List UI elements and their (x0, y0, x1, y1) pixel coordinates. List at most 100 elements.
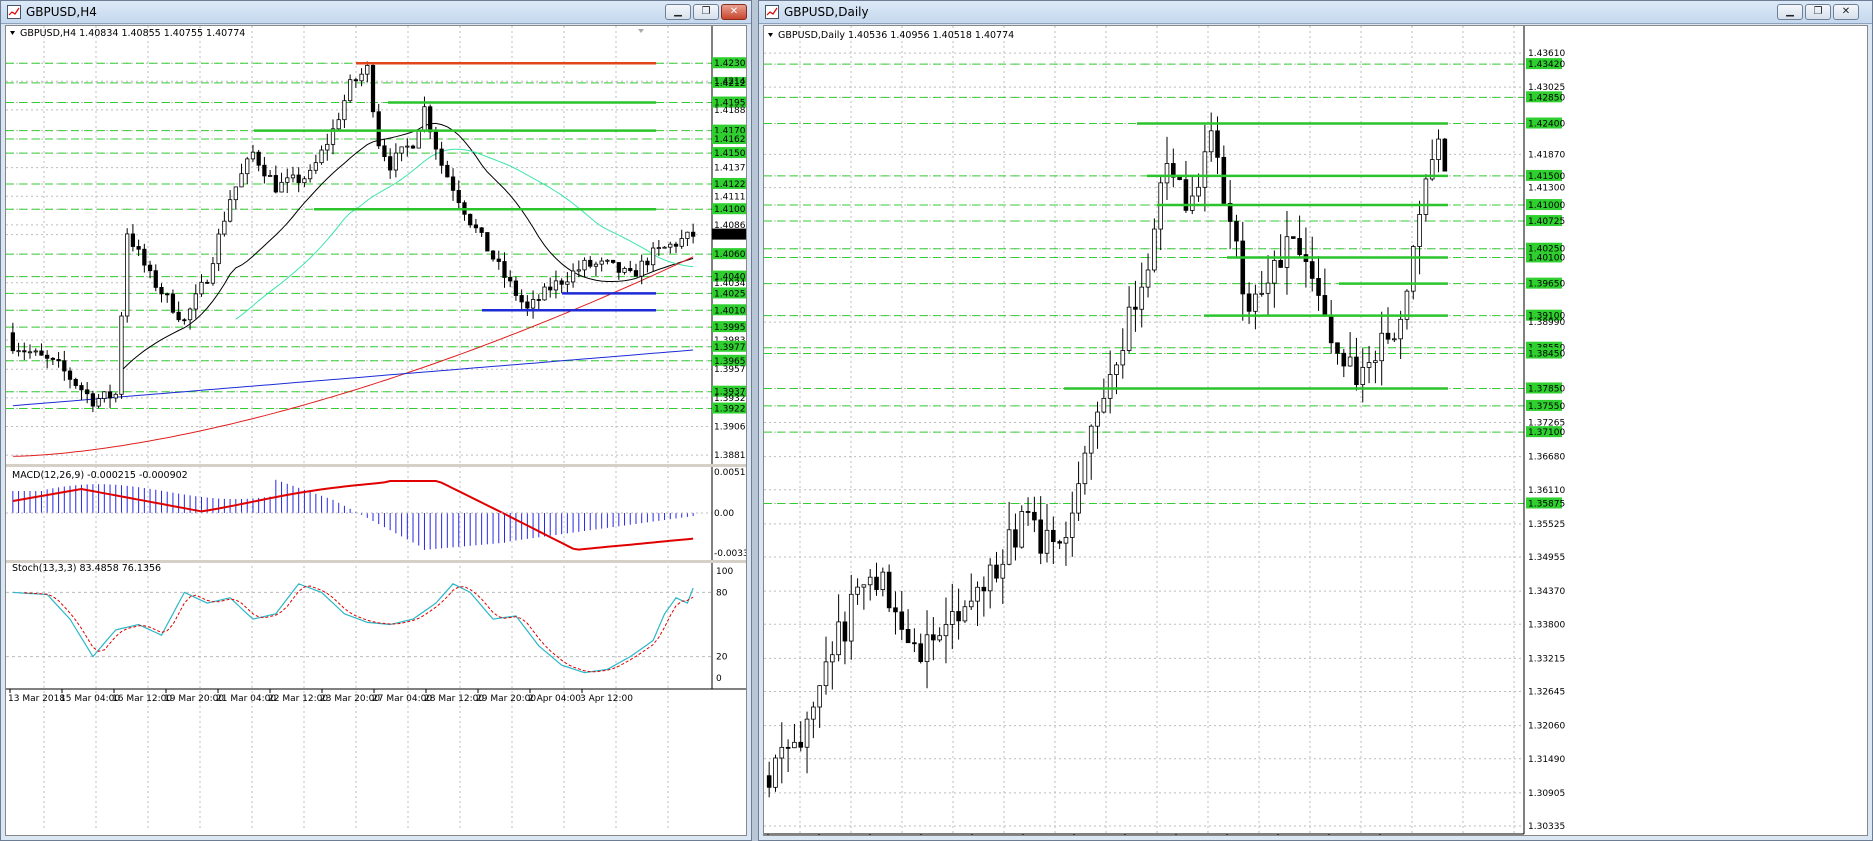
daily-candle (1423, 178, 1429, 215)
h4-candle (302, 178, 307, 184)
daily-price-scale: 1.436101.434201.430251.428501.424001.418… (1526, 49, 1565, 832)
h4-time-scale: 13 Mar 201815 Mar 04:0016 Mar 12:0019 Ma… (8, 689, 633, 704)
daily-candle (1120, 350, 1126, 366)
h4-candle (113, 393, 118, 399)
h4-candle (365, 64, 370, 75)
h4-frames (6, 26, 747, 690)
minimize-button[interactable]: ▁ (665, 4, 691, 20)
h4-candle (610, 259, 616, 263)
panel-separator[interactable] (6, 464, 747, 467)
h4-chart-area[interactable]: 1.42300 1.42125 1.42140 1.41950 1.41885 1.417… (5, 25, 747, 836)
daily-candle (975, 586, 980, 602)
restore-button[interactable]: ❐ (1805, 4, 1831, 20)
price-level-label: 1.37550 (1528, 402, 1565, 412)
daily-candle (1234, 221, 1239, 242)
collapse-arrow-icon[interactable] (10, 31, 15, 35)
h4-candle (222, 220, 227, 235)
h4-candle (45, 354, 50, 359)
daily-candle (1335, 342, 1340, 354)
h4-candle (119, 315, 124, 395)
daily-candle (1290, 236, 1296, 239)
h4-candle (27, 351, 33, 354)
chart-window-icon (765, 5, 779, 19)
collapse-arrow-icon[interactable] (768, 33, 773, 37)
h4-candle (16, 350, 21, 353)
h4-candle (633, 270, 639, 277)
h4-candle (290, 174, 296, 179)
h4-candle (56, 359, 61, 362)
h4-candle (267, 175, 273, 177)
daily-chart-window[interactable]: GBPUSD,Daily ▁ ❐ ✕ 1.43610 1.43420 1.43025… (758, 0, 1873, 841)
h4-candle (513, 280, 519, 296)
stoch-scale-label: 0 (716, 674, 722, 684)
h4-candle (85, 389, 90, 395)
h4-candle (691, 231, 696, 237)
price-tick-label: 1.34370 (1528, 587, 1565, 597)
price-tick-label: 1.43610 (1528, 49, 1565, 59)
daily-chart-canvas[interactable]: 1.436101.434201.430251.428501.424001.418… (764, 26, 1868, 836)
daily-horizontal-levels[interactable] (1064, 122, 1448, 390)
daily-candle (1392, 338, 1397, 341)
h4-candle (227, 199, 233, 222)
daily-candle (1069, 512, 1075, 538)
h4-candle (136, 246, 141, 250)
h4-candle (102, 391, 107, 399)
h4-candle (250, 151, 256, 160)
h4-candle (205, 281, 210, 284)
h4-candle (216, 233, 221, 265)
daily-candle (867, 576, 873, 586)
price-tick-label: 1.41870 (1528, 150, 1565, 160)
h4-candle (376, 111, 381, 147)
h4-candle (542, 286, 547, 301)
price-level-label: 1.41000 (1528, 201, 1565, 211)
h4-title-bar[interactable]: GBPUSD,H4 ▁ ❐ ✕ (1, 1, 751, 24)
price-level-label: 1.42850 (1528, 93, 1565, 103)
h4-candle (490, 250, 496, 260)
price-tick-label: 1.36680 (1528, 453, 1565, 463)
minimize-button[interactable]: ▁ (1777, 4, 1803, 20)
h4-candle (508, 277, 513, 282)
h4-chart-window[interactable]: GBPUSD,H4 ▁ ❐ ✕ 1.42300 1.42125 1.42140 1.4… (0, 0, 752, 841)
chart-window-icon (7, 5, 21, 19)
daily-candle (1076, 483, 1081, 514)
daily-candle (1347, 356, 1353, 367)
daily-candle (1082, 452, 1088, 485)
h4-candle (605, 259, 610, 262)
price-tick-label: 1.41370 (714, 164, 747, 174)
daily-candle (874, 576, 879, 590)
daily-candle (1284, 236, 1290, 268)
h4-candle (468, 213, 473, 226)
daily-candle (1044, 529, 1050, 554)
h4-chart-canvas[interactable]: 1.423001.421251.421401.419501.418851.417… (6, 26, 747, 836)
daily-chart-area[interactable]: 1.43610 1.43420 1.43025 1.42850 1.42400 1.418… (763, 25, 1868, 836)
daily-title-bar[interactable]: GBPUSD,Daily ▁ ❐ ✕ (759, 1, 1872, 24)
stoch-scale-label: 100 (716, 567, 733, 577)
daily-candle (937, 635, 942, 641)
daily-candle (1366, 362, 1372, 368)
daily-candle (1354, 356, 1359, 385)
h4-candle (22, 350, 27, 353)
current-price-label: 1.40774 (714, 231, 747, 241)
daily-candle (792, 741, 797, 749)
price-tick-label: 1.32060 (1528, 722, 1565, 732)
h4-candle (405, 145, 410, 148)
h4-candles (10, 61, 696, 413)
close-button[interactable]: ✕ (721, 4, 747, 20)
h4-candle (325, 143, 330, 151)
restore-button[interactable]: ❐ (693, 4, 719, 20)
daily-candle (848, 593, 854, 642)
daily-candle (1152, 228, 1157, 271)
daily-candle (1379, 332, 1384, 362)
h4-candle (285, 177, 290, 183)
h4-candle (353, 79, 358, 82)
h4-candle (422, 106, 427, 131)
h4-candle (90, 393, 96, 407)
daily-candle (1278, 260, 1283, 268)
price-tick-label: 1.32645 (1528, 688, 1565, 698)
price-level-label: 1.40600 (714, 250, 747, 260)
price-level-label: 1.41225 (714, 180, 747, 190)
stoch-main-line (12, 583, 694, 674)
h4-price-scale: 1.423001.421251.421401.419501.418851.417… (712, 57, 747, 684)
stoch-scale-label: 80 (716, 588, 728, 598)
close-button[interactable]: ✕ (1833, 4, 1859, 20)
